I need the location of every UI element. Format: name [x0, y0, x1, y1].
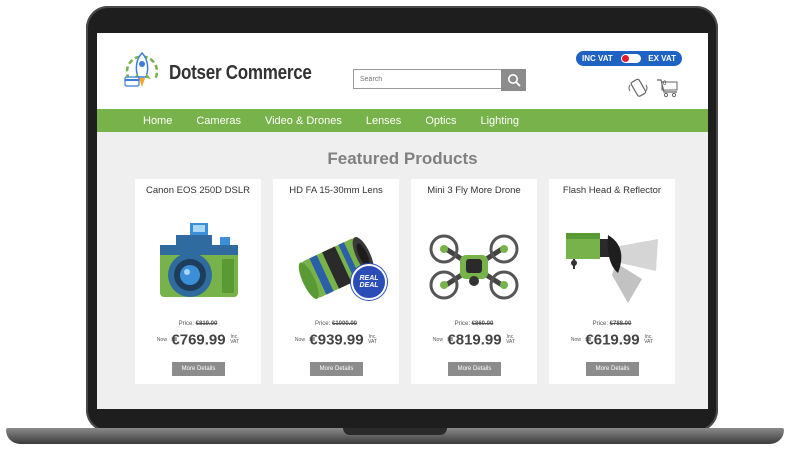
camera-image[interactable]: [148, 213, 248, 313]
nav-item-lighting[interactable]: Lighting: [481, 115, 520, 127]
nav-item-video-drones[interactable]: Video & Drones: [265, 115, 342, 127]
was-price-label: Price: [454, 321, 469, 327]
vat-note: Inc. VAT: [368, 334, 378, 345]
more-details-button[interactable]: More Details: [448, 362, 501, 376]
product-name[interactable]: Mini 3 Fly More Drone: [411, 185, 537, 196]
now-price-label: Now: [156, 336, 167, 343]
product-card[interactable]: HD FA 15-30mm Lens REAL DEAL Price: €1000…: [273, 179, 399, 384]
vat-note-line2: VAT: [368, 338, 378, 345]
badge-line1: REAL: [359, 275, 379, 282]
section-title: Featured Products: [327, 149, 478, 168]
search-input[interactable]: [353, 69, 501, 89]
more-details-button[interactable]: More Details: [586, 362, 639, 376]
now-price-label: Now: [570, 336, 581, 343]
vat-note-line2: VAT: [506, 338, 516, 345]
nav-item-optics[interactable]: Optics: [425, 115, 456, 127]
was-price-value: €1000.00: [331, 321, 358, 327]
vat-switch-knob: [621, 55, 629, 62]
product-card[interactable]: Mini 3 Fly More Drone Price: €860.00 Now…: [411, 179, 537, 384]
was-price: Price: €1000.00: [314, 321, 358, 327]
was-price-label: Price: [592, 321, 607, 327]
was-price-value: €860.00: [471, 321, 494, 327]
nav-item-home[interactable]: Home: [143, 115, 172, 127]
now-price-value: €819.99: [447, 331, 502, 349]
cart-icon[interactable]: [655, 77, 681, 99]
nav-item-lenses[interactable]: Lenses: [366, 115, 401, 127]
was-price-label: Price: [314, 321, 329, 327]
now-price-value: €769.99: [171, 331, 226, 349]
flash-reflector-image[interactable]: [562, 213, 662, 313]
rocket-logo-icon[interactable]: [119, 49, 165, 93]
main-nav: Home Cameras Video & Drones Lenses Optic…: [97, 109, 708, 132]
vat-note-line2: VAT: [644, 338, 654, 345]
product-card[interactable]: Flash Head & Reflector Price: €788.00 No…: [549, 179, 675, 384]
vat-note: Inc. VAT: [230, 334, 240, 345]
search-icon: [507, 74, 521, 87]
was-price: Price: €819.00: [178, 321, 218, 327]
product-name[interactable]: Canon EOS 250D DSLR: [135, 185, 261, 196]
now-price-value: €619.99: [585, 331, 640, 349]
more-details-button[interactable]: More Details: [172, 362, 225, 376]
ex-vat-label: EX VAT: [648, 54, 676, 63]
product-name[interactable]: HD FA 15-30mm Lens: [273, 185, 399, 196]
more-details-button[interactable]: More Details: [310, 362, 363, 376]
now-price-label: Now: [294, 336, 305, 343]
now-price-label: Now: [432, 336, 443, 343]
vat-note: Inc. VAT: [506, 334, 516, 345]
was-price-label: Price: [178, 321, 193, 327]
now-price: Now €939.99 Inc. VAT: [273, 331, 399, 349]
vat-switch[interactable]: [620, 54, 641, 63]
was-price-value: €788.00: [609, 321, 632, 327]
vat-note: Inc. VAT: [644, 334, 654, 345]
brand-name[interactable]: Dotser Commerce: [169, 62, 312, 85]
cart-count: 0: [663, 81, 667, 87]
was-price: Price: €788.00: [592, 321, 632, 327]
laptop-screen: Dotser Commerce INC VAT EX VAT: [97, 33, 708, 409]
phone-icon[interactable]: [627, 77, 649, 99]
now-price: Now €619.99 Inc. VAT: [549, 331, 675, 349]
badge-line2: DEAL: [359, 282, 379, 289]
now-price: Now €769.99 Inc. VAT: [135, 331, 261, 349]
search-button[interactable]: [501, 69, 526, 91]
drone-image[interactable]: [424, 213, 524, 313]
product-card[interactable]: Canon EOS 250D DSLR Price: €819.00 Now €…: [135, 179, 261, 384]
product-name[interactable]: Flash Head & Reflector: [549, 185, 675, 196]
inc-vat-label: INC VAT: [582, 54, 613, 63]
vat-toggle[interactable]: INC VAT EX VAT: [576, 51, 682, 66]
search-bar: [353, 69, 526, 91]
laptop-notch: [343, 428, 447, 435]
real-deal-badge: REAL DEAL: [351, 264, 387, 300]
now-price: Now €819.99 Inc. VAT: [411, 331, 537, 349]
now-price-value: €939.99: [309, 331, 364, 349]
was-price-value: €819.00: [195, 321, 218, 327]
nav-item-cameras[interactable]: Cameras: [196, 115, 241, 127]
vat-note-line2: VAT: [230, 338, 240, 345]
was-price: Price: €860.00: [454, 321, 494, 327]
site-header: Dotser Commerce INC VAT EX VAT: [97, 33, 708, 109]
